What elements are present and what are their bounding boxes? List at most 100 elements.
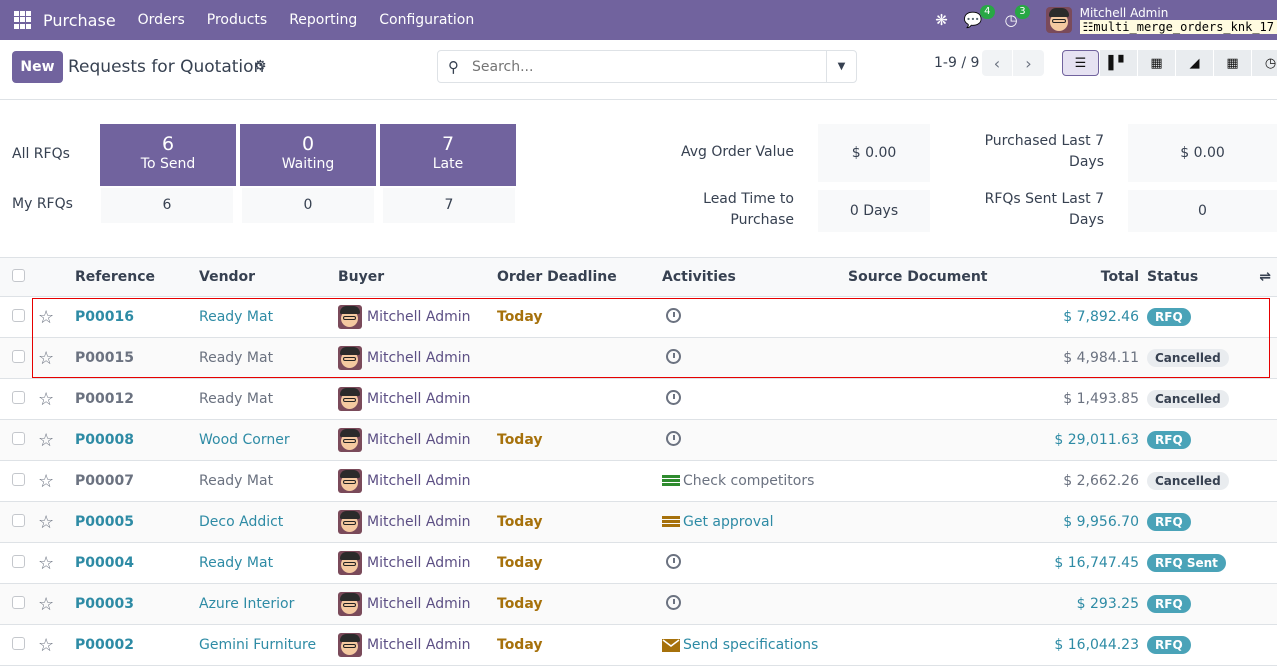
row-source-document <box>848 461 1048 502</box>
row-total: $ 16,044.23 <box>1054 637 1139 653</box>
row-checkbox[interactable] <box>12 513 25 527</box>
activity-clock-icon[interactable] <box>666 389 681 405</box>
menu-orders[interactable]: Orders <box>138 12 185 28</box>
activity-clock-icon[interactable] <box>666 307 681 323</box>
tile-to-send-count: 6 <box>161 133 175 155</box>
star-icon[interactable]: ☆ <box>38 512 54 533</box>
pager-next-button[interactable]: › <box>1013 50 1044 76</box>
star-icon[interactable]: ☆ <box>38 389 54 410</box>
activity-label: Get approval <box>683 514 774 530</box>
row-checkbox[interactable] <box>12 472 25 486</box>
status-badge: RFQ <box>1147 636 1191 654</box>
header-vendor[interactable]: Vendor <box>199 258 338 297</box>
star-icon[interactable]: ☆ <box>38 348 54 369</box>
all-rfqs-label: All RFQs <box>12 146 70 162</box>
row-reference: P00015 <box>75 350 134 366</box>
tile-to-send[interactable]: 6 To Send <box>100 124 236 186</box>
row-checkbox[interactable] <box>12 595 25 609</box>
view-graph-button[interactable]: ◢ <box>1176 50 1213 76</box>
row-activity[interactable]: Get approval <box>662 514 848 530</box>
pager-previous-button[interactable]: ‹ <box>982 50 1013 76</box>
row-checkbox[interactable] <box>12 636 25 650</box>
activity-clock-icon[interactable] <box>666 348 681 364</box>
star-icon[interactable]: ☆ <box>38 471 54 492</box>
row-checkbox[interactable] <box>12 349 25 363</box>
envelope-icon <box>662 638 680 652</box>
view-pivot-button[interactable]: ▦ <box>1138 50 1175 76</box>
app-brand[interactable]: Purchase <box>43 11 116 30</box>
row-total: $ 16,747.45 <box>1054 555 1139 571</box>
apps-menu-icon[interactable] <box>14 11 32 29</box>
tile-waiting[interactable]: 0 Waiting <box>240 124 376 186</box>
header-reference[interactable]: Reference <box>75 258 199 297</box>
star-icon[interactable]: ☆ <box>38 594 54 615</box>
row-total: $ 1,493.85 <box>1063 391 1139 407</box>
buyer-avatar <box>338 346 362 370</box>
search-bar: ⚲ ▼ <box>437 50 857 83</box>
rfqs-sent-label: RFQs Sent Last 7 Days <box>960 189 1104 231</box>
row-buyer: Mitchell Admin <box>338 387 497 411</box>
optional-columns-toggle-icon[interactable]: ⇌ <box>1259 269 1271 285</box>
table-row-p00003[interactable]: ☆ P00003 Azure Interior Mitchell Admin T… <box>0 583 1277 625</box>
row-vendor: Ready Mat <box>199 473 274 489</box>
header-order-deadline[interactable]: Order Deadline <box>497 258 662 297</box>
view-kanban-button[interactable]: ▌▘ <box>1100 50 1137 76</box>
my-late[interactable]: 7 <box>383 188 515 223</box>
table-row-p00005[interactable]: ☆ P00005 Deco Addict Mitchell Admin Toda… <box>0 501 1277 543</box>
list-icon: ☰ <box>1074 55 1087 71</box>
buyer-name: Mitchell Admin <box>367 596 471 612</box>
row-activity[interactable]: Check competitors <box>662 473 848 489</box>
table-row-p00007[interactable]: ☆ P00007 Ready Mat Mitchell Admin Check … <box>0 461 1277 502</box>
my-to-send[interactable]: 6 <box>101 188 233 223</box>
activity-clock-icon[interactable] <box>666 430 681 446</box>
row-activity[interactable]: Send specifications <box>662 637 848 653</box>
row-checkbox[interactable] <box>12 308 25 322</box>
activity-clock-icon[interactable] <box>666 553 681 569</box>
menu-products[interactable]: Products <box>207 12 267 28</box>
search-input[interactable] <box>472 58 812 75</box>
row-order-deadline: Today <box>497 514 543 530</box>
pivot-table-icon: ▦ <box>1150 55 1163 71</box>
table-row-p00012[interactable]: ☆ P00012 Ready Mat Mitchell Admin $ 1,49… <box>0 379 1277 420</box>
debug-bug-icon[interactable]: ❋ <box>935 11 948 29</box>
messages-icon[interactable]: 💬 4 <box>964 5 995 29</box>
status-badge: RFQ <box>1147 308 1191 326</box>
gear-icon[interactable]: ⚙ <box>254 58 267 74</box>
header-buyer[interactable]: Buyer <box>338 258 497 297</box>
select-all-checkbox[interactable] <box>12 268 25 282</box>
table-row-p00004[interactable]: ☆ P00004 Ready Mat Mitchell Admin Today … <box>0 543 1277 584</box>
header-total[interactable]: Total <box>1048 258 1147 297</box>
table-row-p00016[interactable]: ☆ P00016 Ready Mat Mitchell Admin Today … <box>0 297 1277 338</box>
my-waiting[interactable]: 0 <box>242 188 374 223</box>
table-row-p00015[interactable]: ☆ P00015 Ready Mat Mitchell Admin $ 4,98… <box>0 337 1277 379</box>
star-icon[interactable]: ☆ <box>38 553 54 574</box>
row-checkbox[interactable] <box>12 554 25 568</box>
menu-reporting[interactable]: Reporting <box>289 12 357 28</box>
table-row-p00002[interactable]: ☆ P00002 Gemini Furniture Mitchell Admin… <box>0 625 1277 666</box>
search-options-toggle[interactable]: ▼ <box>826 51 856 82</box>
view-list-button[interactable]: ☰ <box>1062 50 1099 76</box>
header-activities[interactable]: Activities <box>662 258 848 297</box>
view-calendar-button[interactable]: ▦ <box>1214 50 1251 76</box>
star-icon[interactable]: ☆ <box>38 635 54 656</box>
rfqs-sent-value: 0 <box>1128 190 1277 232</box>
menu-configuration[interactable]: Configuration <box>379 12 474 28</box>
table-row-p00008[interactable]: ☆ P00008 Wood Corner Mitchell Admin Toda… <box>0 419 1277 461</box>
star-icon[interactable]: ☆ <box>38 430 54 451</box>
view-activity-button[interactable]: ◷ <box>1252 50 1277 76</box>
header-status[interactable]: Status <box>1147 258 1247 297</box>
top-navbar: Purchase Orders Products Reporting Confi… <box>0 0 1277 40</box>
header-source-document[interactable]: Source Document <box>848 258 1048 297</box>
tile-late[interactable]: 7 Late <box>380 124 516 186</box>
user-avatar[interactable] <box>1045 7 1072 33</box>
star-icon[interactable]: ☆ <box>38 307 54 328</box>
row-buyer: Mitchell Admin <box>338 469 497 493</box>
row-reference: P00004 <box>75 555 134 571</box>
activities-clock-icon[interactable]: ◷ 3 <box>1005 5 1030 29</box>
row-checkbox[interactable] <box>12 390 25 404</box>
row-checkbox[interactable] <box>12 431 25 445</box>
pager-value[interactable]: 1-9 / 9 <box>934 55 979 71</box>
user-menu[interactable]: Mitchell Admin ☷multi_merge_orders_knk_1… <box>1079 6 1277 34</box>
activity-clock-icon[interactable] <box>666 594 681 610</box>
new-button[interactable]: New <box>12 51 63 83</box>
